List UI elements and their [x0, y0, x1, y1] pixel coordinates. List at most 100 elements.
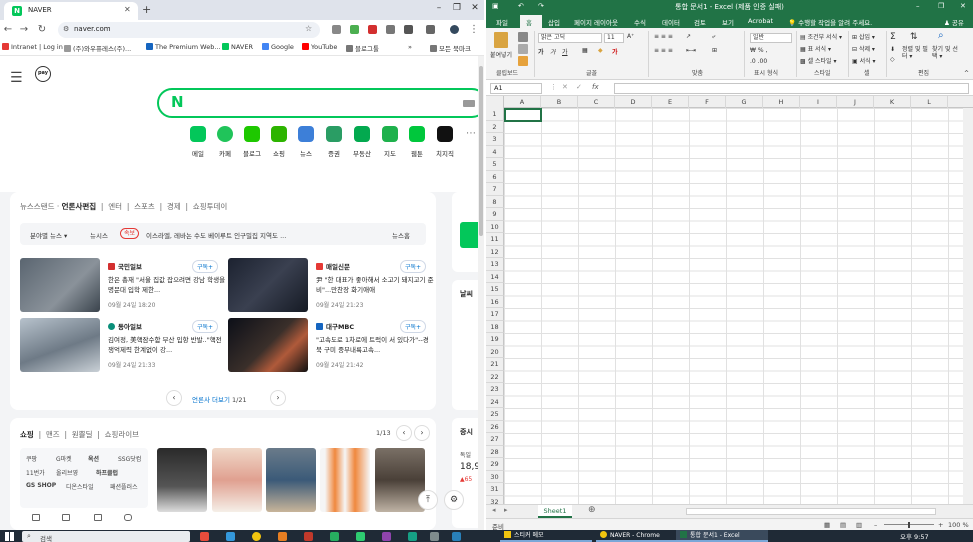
row-header[interactable]: 11 — [486, 233, 504, 246]
taskbar-app-icon[interactable] — [356, 532, 365, 541]
number-format-select[interactable]: 일반 — [750, 33, 792, 43]
font-name-select[interactable]: 맑은 고딕 — [538, 33, 602, 43]
tab-review[interactable]: 검토 — [694, 17, 706, 27]
service-chzzk[interactable]: 치지직 — [432, 126, 458, 158]
sort-filter-button[interactable]: 정렬 및 필터 ▾ — [902, 46, 930, 60]
camera-icon[interactable] — [386, 25, 395, 34]
row-header[interactable]: 24 — [486, 395, 504, 408]
share-button[interactable]: ♟ 공유 — [944, 17, 964, 27]
close-window-icon[interactable]: ✕ — [960, 2, 966, 10]
row-header[interactable]: 16 — [486, 295, 504, 308]
shop-icon[interactable] — [32, 514, 40, 521]
reload-icon[interactable]: ↻ — [36, 24, 48, 35]
category-link[interactable]: 옥션 — [88, 454, 99, 463]
address-bar[interactable]: ⚙ naver.com ☆ — [58, 22, 320, 38]
shop-icon[interactable] — [124, 514, 132, 521]
category-link[interactable]: 올리브영 — [56, 468, 78, 477]
taskbar-app-icon[interactable] — [278, 532, 287, 541]
row-header[interactable]: 27 — [486, 433, 504, 446]
news-headline[interactable]: 한은 총재 "서울 집값 잡으려면 강남 학생을 명문대 입학 제한... — [108, 275, 226, 295]
cell-styles-button[interactable]: ▩ 셀 스타일 ▾ — [800, 56, 837, 65]
indent-icon[interactable]: ⇤⇥ — [686, 47, 696, 54]
menu-icon[interactable]: ☰ — [10, 70, 23, 86]
taskbar-chrome-window[interactable]: NAVER - Chrome — [596, 530, 676, 542]
taskbar-app-icon[interactable] — [408, 532, 417, 541]
underline-icon[interactable]: 가 — [562, 47, 568, 56]
row-header[interactable]: 3 — [486, 133, 504, 146]
decimal-icon[interactable]: .0 .00 — [750, 58, 767, 65]
column-header[interactable]: E — [652, 96, 689, 108]
edge-icon[interactable] — [226, 532, 235, 541]
more-menu-icon[interactable]: ⋮ — [468, 24, 480, 35]
fill-icon[interactable]: ⬇ — [890, 46, 895, 53]
vertical-scrollbar[interactable] — [963, 108, 973, 504]
find-select-icon[interactable]: ⌕ — [938, 30, 944, 41]
column-header[interactable]: D — [615, 96, 652, 108]
tab-view[interactable]: 보기 — [722, 17, 734, 27]
font-grow-icon[interactable]: A⁺ — [627, 33, 634, 40]
italic-icon[interactable]: 가 — [550, 47, 556, 56]
enter-icon[interactable]: ✓ — [576, 83, 582, 91]
pay-icon[interactable]: pay — [35, 66, 51, 82]
more-services-icon[interactable]: ⋯ — [466, 128, 476, 139]
tell-me-box[interactable]: 💡 수행할 작업을 알려 주세요. — [788, 17, 872, 27]
font-size-select[interactable]: 11 — [604, 33, 624, 43]
news-ticker[interactable]: 분야별 뉴스 ▾ 뉴시스 속보 이스라엘, 레바논 수도 베이루트 인구밀집 지… — [20, 223, 426, 245]
autosum-icon[interactable]: Σ — [890, 32, 896, 42]
row-header[interactable]: 20 — [486, 345, 504, 358]
tab-formulas[interactable]: 수식 — [634, 17, 646, 27]
taskbar-app-icon[interactable] — [382, 532, 391, 541]
tab-home[interactable]: 홈 — [526, 17, 532, 27]
row-header[interactable]: 21 — [486, 358, 504, 371]
product-image[interactable] — [266, 448, 316, 512]
taskbar-app-icon[interactable] — [430, 532, 439, 541]
login-button[interactable] — [460, 222, 478, 248]
insert-cells-button[interactable]: ⊞ 삽입 ▾ — [852, 32, 875, 41]
row-header[interactable]: 6 — [486, 170, 504, 183]
align-left-icon[interactable]: ≡ ≡ ≡ — [654, 47, 673, 54]
row-header[interactable]: 28 — [486, 445, 504, 458]
tab-economy[interactable]: 경제 — [167, 202, 181, 211]
column-header[interactable]: F — [689, 96, 726, 108]
bookmark-item[interactable]: YouTube — [302, 43, 337, 51]
extension-icon[interactable] — [332, 25, 341, 34]
product-image[interactable] — [320, 448, 370, 512]
delete-cells-button[interactable]: ⊟ 삭제 ▾ — [852, 44, 875, 53]
zoom-slider-thumb[interactable] — [908, 522, 910, 528]
extension-icon[interactable] — [368, 25, 377, 34]
bookmark-item[interactable]: Google — [262, 43, 294, 51]
collapse-ribbon-icon[interactable]: ^ — [964, 70, 969, 77]
row-header[interactable]: 18 — [486, 320, 504, 333]
zoom-out-icon[interactable]: – — [874, 521, 877, 529]
restore-icon[interactable]: ❐ — [938, 2, 944, 10]
profile-avatar[interactable] — [450, 25, 459, 34]
column-header[interactable]: K — [874, 96, 911, 108]
service-cafe[interactable]: 카페 — [212, 126, 238, 158]
minimize-icon[interactable]: – — [916, 2, 920, 10]
taskbar-search[interactable]: ⌕ 검색 — [22, 531, 190, 542]
tab-shopping[interactable]: 쇼핑 — [20, 430, 34, 439]
tab-naver[interactable]: N NAVER ✕ — [4, 2, 138, 20]
new-tab-button[interactable]: + — [142, 3, 151, 16]
select-all-corner[interactable] — [486, 96, 504, 108]
bookmark-item[interactable]: (주)와우퓨레스(주)... — [64, 43, 131, 53]
format-table-button[interactable]: ▦ 표 서식 ▾ — [800, 44, 831, 53]
category-link[interactable]: 하프클럽 — [96, 468, 118, 477]
column-header[interactable]: C — [578, 96, 615, 108]
site-info-icon[interactable]: ⚙ — [63, 25, 69, 33]
page-layout-view-icon[interactable]: ▤ — [840, 521, 846, 529]
next-page-icon[interactable]: › — [270, 390, 286, 406]
row-header[interactable]: 14 — [486, 270, 504, 283]
subscribe-button[interactable]: 구독+ — [400, 260, 427, 273]
close-tab-icon[interactable]: ✕ — [124, 5, 131, 14]
row-header[interactable]: 5 — [486, 158, 504, 171]
column-header[interactable]: B — [541, 96, 578, 108]
scrollbar-thumb[interactable] — [479, 66, 483, 236]
find-select-button[interactable]: 찾기 및 선택 ▾ — [932, 46, 960, 60]
bookmark-item[interactable]: Intranet | Log in — [2, 43, 63, 51]
service-webtoon[interactable]: 웹툰 — [404, 126, 430, 158]
tab-press-edit[interactable]: 언론사편집 — [62, 202, 97, 211]
row-header[interactable]: 32 — [486, 495, 504, 504]
bookmark-star-icon[interactable]: ☆ — [305, 24, 312, 33]
page-break-view-icon[interactable]: ▥ — [856, 521, 862, 529]
